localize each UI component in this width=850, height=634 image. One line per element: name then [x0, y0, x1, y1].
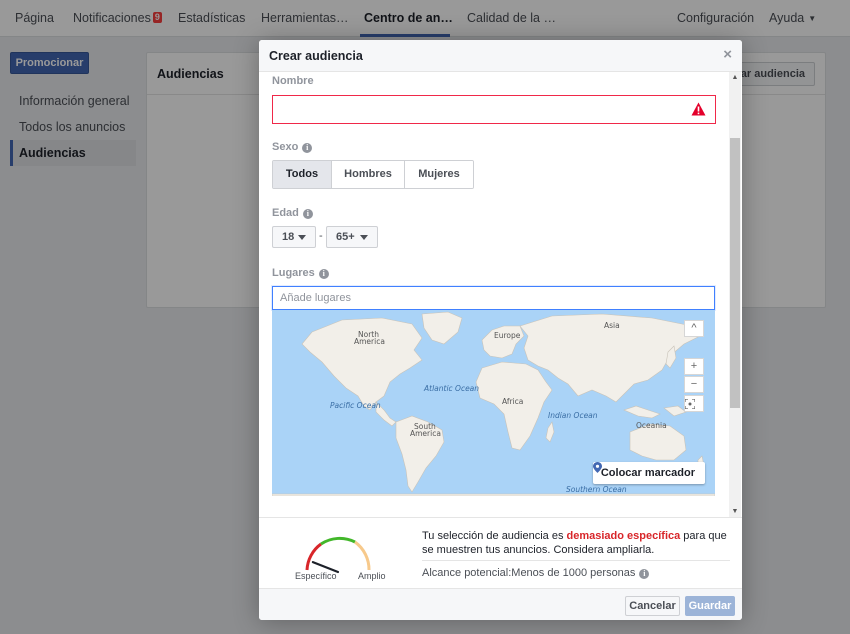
- info-icon[interactable]: i: [302, 209, 313, 219]
- caret-down-icon: [360, 235, 368, 240]
- age-min-value: 18: [282, 231, 295, 243]
- age-label-text: Edad: [272, 207, 299, 219]
- gender-label: Sexo i: [272, 141, 313, 153]
- summary-divider: [422, 560, 730, 561]
- map-label-southern: Southern Ocean: [566, 485, 627, 494]
- age-max-select[interactable]: 65+: [326, 226, 378, 248]
- gender-option-men[interactable]: Hombres: [332, 161, 405, 188]
- map-label-europe: Europe: [494, 331, 521, 340]
- gauge-specific-label: Específico: [295, 571, 337, 581]
- place-marker-button[interactable]: Colocar marcador: [592, 462, 705, 484]
- info-icon[interactable]: i: [639, 569, 650, 579]
- form-scroll-area: Nombre Sexo i Todos Hombres Mujeres Edad i…: [271, 72, 729, 517]
- summary-text-emphasis: demasiado específica: [566, 530, 681, 542]
- cancel-button[interactable]: Cancelar: [625, 596, 680, 616]
- map-label-indian: Indian Ocean: [548, 411, 598, 420]
- name-input[interactable]: [272, 95, 716, 124]
- dialog-scrollbar[interactable]: ▲ ▼: [729, 72, 741, 517]
- world-map[interactable]: North America Europe Asia Atlantic Ocean…: [272, 310, 715, 496]
- caret-down-icon: [298, 235, 306, 240]
- summary-text-before: Tu selección de audiencia es: [422, 530, 567, 542]
- warning-icon: [691, 102, 706, 116]
- audience-warning-text: Tu selección de audiencia es demasiado e…: [422, 529, 730, 557]
- fit-bounds-button[interactable]: [684, 395, 704, 412]
- dialog-footer: Cancelar Guardar: [259, 588, 742, 620]
- minus-icon: −: [690, 378, 698, 390]
- age-min-select[interactable]: 18: [272, 226, 316, 248]
- map-label-asia: Asia: [604, 321, 620, 330]
- potential-reach-text: Alcance potencial:Menos de 1000 personas: [422, 567, 636, 579]
- map-label-oceania: Oceania: [636, 421, 667, 430]
- gender-selector: Todos Hombres Mujeres: [272, 160, 474, 189]
- scrollbar-thumb[interactable]: [730, 138, 740, 408]
- close-icon[interactable]: ×: [723, 47, 732, 62]
- age-range-dash: -: [319, 230, 323, 242]
- svg-text:America: America: [354, 337, 385, 346]
- places-label-text: Lugares: [272, 267, 315, 279]
- name-label: Nombre: [272, 75, 314, 87]
- places-input[interactable]: [272, 286, 715, 310]
- dialog-title: Crear audiencia: [269, 49, 363, 63]
- fullscreen-icon: [685, 399, 695, 409]
- map-label-atlantic: Atlantic Ocean: [423, 384, 479, 393]
- age-max-value: 65+: [336, 231, 355, 243]
- map-collapse-control[interactable]: ^: [684, 320, 704, 337]
- gender-option-all[interactable]: Todos: [273, 161, 332, 188]
- scroll-up-icon[interactable]: ▲: [731, 74, 739, 81]
- svg-text:America: America: [410, 429, 441, 438]
- gauge-broad-label: Amplio: [358, 571, 386, 581]
- map-pin-icon: [592, 462, 602, 473]
- map-label-pacific: Pacific Ocean: [330, 401, 381, 410]
- gender-option-women[interactable]: Mujeres: [405, 161, 473, 188]
- create-audience-dialog: Crear audiencia × Nombre Sexo i Todos Hom…: [259, 40, 742, 620]
- place-marker-label: Colocar marcador: [600, 467, 695, 479]
- save-button[interactable]: Guardar: [685, 596, 735, 616]
- age-label: Edad i: [272, 207, 313, 219]
- zoom-in-button[interactable]: +: [684, 358, 704, 375]
- potential-reach: Alcance potencial:Menos de 1000 personas…: [422, 567, 650, 579]
- chevron-up-icon: ^: [691, 322, 697, 334]
- dialog-body: Nombre Sexo i Todos Hombres Mujeres Edad i…: [259, 72, 742, 517]
- map-label-africa: Africa: [502, 397, 523, 406]
- info-icon[interactable]: i: [302, 143, 313, 153]
- audience-summary: Específico Amplio Tu selección de audien…: [259, 517, 742, 588]
- scroll-down-icon[interactable]: ▼: [731, 508, 739, 515]
- gender-label-text: Sexo: [272, 141, 299, 153]
- places-label: Lugares i: [272, 267, 329, 279]
- zoom-out-button[interactable]: −: [684, 376, 704, 393]
- info-icon[interactable]: i: [318, 269, 329, 279]
- plus-icon: +: [690, 360, 698, 372]
- dialog-header: Crear audiencia ×: [259, 40, 742, 72]
